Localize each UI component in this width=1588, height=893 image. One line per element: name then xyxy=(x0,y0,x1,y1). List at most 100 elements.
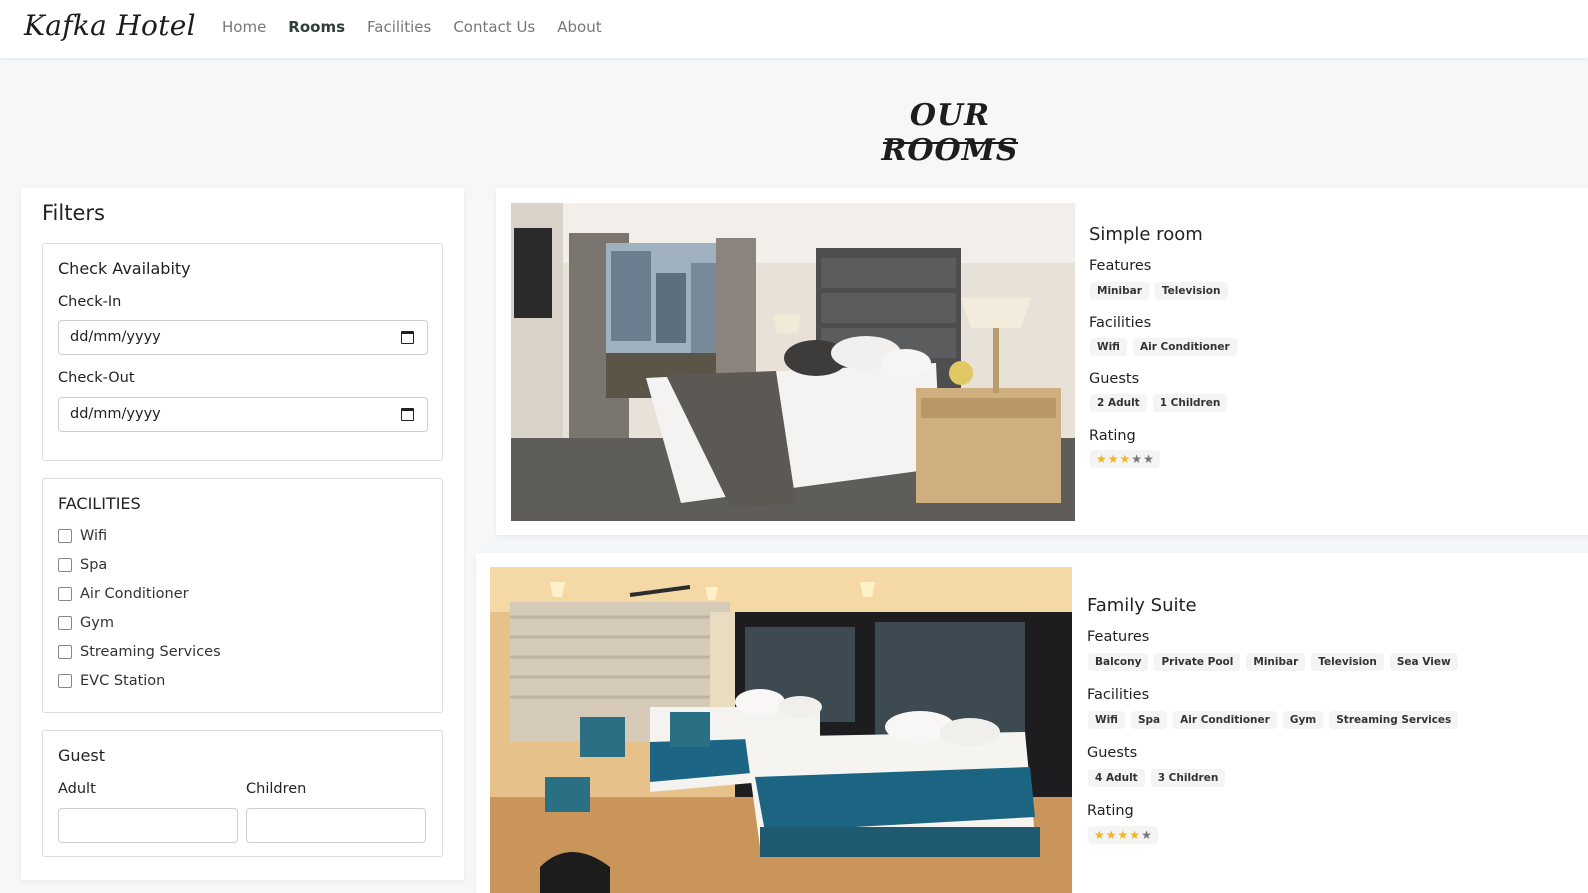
features-tags: Balcony Private Pool Minibar Television … xyxy=(1088,653,1458,671)
star-icon: ★ xyxy=(1105,828,1117,842)
rating-stars: ★ ★ ★ ★ ★ xyxy=(1090,450,1160,468)
star-icon: ★ xyxy=(1117,828,1129,842)
adult-input[interactable] xyxy=(58,808,238,843)
nav-home[interactable]: Home xyxy=(222,18,266,36)
checkbox[interactable] xyxy=(58,616,72,630)
room-name: Simple room xyxy=(1089,224,1203,245)
feature-badge: Sea View xyxy=(1389,653,1458,671)
filters-title: Filters xyxy=(42,201,105,225)
brand-logo[interactable]: Kafka Hotel xyxy=(24,9,196,42)
checkbox[interactable] xyxy=(58,529,72,543)
facility-badge: Streaming Services xyxy=(1329,711,1459,729)
checkbox[interactable] xyxy=(58,587,72,601)
guest-badge: 4 Adult xyxy=(1088,769,1145,787)
features-label: Features xyxy=(1087,629,1150,645)
rating-label: Rating xyxy=(1089,428,1136,444)
feature-badge: Minibar xyxy=(1090,282,1149,300)
checkin-date-input[interactable]: dd/mm/yyyy xyxy=(58,320,428,355)
rating-stars: ★ ★ ★ ★ ★ xyxy=(1088,826,1158,844)
guests-tags: 2 Adult 1 Children xyxy=(1090,394,1228,412)
facility-badge: Air Conditioner xyxy=(1132,338,1237,356)
checkout-date-input[interactable]: dd/mm/yyyy xyxy=(58,397,428,432)
calendar-icon[interactable] xyxy=(401,331,414,344)
facility-badge: Wifi xyxy=(1090,338,1127,356)
room-photo-illustration xyxy=(511,203,1075,521)
facilities-label: Facilities xyxy=(1089,315,1152,331)
room-photo xyxy=(511,203,1075,521)
facility-option[interactable]: EVC Station xyxy=(58,673,165,689)
features-tags: Minibar Television xyxy=(1090,282,1228,300)
navbar: Kafka Hotel Home Rooms Facilities Contac… xyxy=(0,0,1588,58)
checkout-date-value: dd/mm/yyyy xyxy=(70,406,161,422)
facilities-tags: Wifi Spa Air Conditioner Gym Streaming S… xyxy=(1088,711,1459,729)
guest-badge: 3 Children xyxy=(1150,769,1226,787)
facility-option-label: Air Conditioner xyxy=(80,586,189,602)
facility-option[interactable]: Gym xyxy=(58,615,114,631)
facilities-filter-box: FACILITIES Wifi Spa Air Conditioner Gym … xyxy=(42,478,443,713)
room-name: Family Suite xyxy=(1087,595,1197,616)
children-label: Children xyxy=(246,781,307,797)
star-icon: ★ xyxy=(1107,452,1119,466)
checkbox[interactable] xyxy=(58,645,72,659)
star-icon: ★ xyxy=(1094,828,1105,842)
feature-badge: Private Pool xyxy=(1154,653,1241,671)
room-photo xyxy=(490,567,1072,893)
room-card: Simple room Features Minibar Television … xyxy=(496,188,1588,535)
facility-badge: Wifi xyxy=(1088,711,1125,729)
checkin-label: Check-In xyxy=(58,294,122,310)
guest-badge: 1 Children xyxy=(1152,394,1228,412)
checkbox[interactable] xyxy=(58,558,72,572)
facility-option[interactable]: Spa xyxy=(58,557,107,573)
guests-tags: 4 Adult 3 Children xyxy=(1088,769,1226,787)
facility-badge: Air Conditioner xyxy=(1173,711,1277,729)
nav-facilities[interactable]: Facilities xyxy=(367,18,431,36)
facility-option-label: Gym xyxy=(80,615,114,631)
facility-option-label: Spa xyxy=(80,557,108,573)
guest-badge: 2 Adult xyxy=(1090,394,1147,412)
facility-badge: Gym xyxy=(1282,711,1324,729)
check-availability-box: Check Availabity Check-In dd/mm/yyyy Che… xyxy=(42,243,443,461)
page-title: OUR ROOMS xyxy=(881,98,1019,168)
facility-option[interactable]: Wifi xyxy=(58,528,107,544)
guests-label: Guests xyxy=(1087,745,1138,761)
facilities-label: Facilities xyxy=(1087,687,1150,703)
star-icon: ★ xyxy=(1131,452,1143,466)
feature-badge: Balcony xyxy=(1088,653,1149,671)
nav-links: Home Rooms Facilities Contact Us About xyxy=(222,18,602,36)
star-icon: ★ xyxy=(1141,828,1152,842)
checkout-label: Check-Out xyxy=(58,370,135,386)
facility-option[interactable]: Air Conditioner xyxy=(58,586,189,602)
feature-badge: Television xyxy=(1311,653,1384,671)
star-icon: ★ xyxy=(1096,452,1107,466)
facility-option-label: Streaming Services xyxy=(80,644,221,660)
star-icon: ★ xyxy=(1129,828,1141,842)
calendar-icon[interactable] xyxy=(401,408,414,421)
adult-label: Adult xyxy=(58,781,96,797)
rating-label: Rating xyxy=(1087,803,1134,819)
guests-label: Guests xyxy=(1089,371,1140,387)
guest-filter-title: Guest xyxy=(58,746,105,765)
facility-option-label: EVC Station xyxy=(80,673,166,689)
nav-rooms[interactable]: Rooms xyxy=(288,18,345,36)
filters-panel: Filters Check Availabity Check-In dd/mm/… xyxy=(21,188,464,880)
star-icon: ★ xyxy=(1143,452,1154,466)
feature-badge: Television xyxy=(1154,282,1228,300)
facilities-tags: Wifi Air Conditioner xyxy=(1090,338,1237,356)
star-icon: ★ xyxy=(1119,452,1131,466)
checkbox[interactable] xyxy=(58,674,72,688)
facilities-filter-title: FACILITIES xyxy=(58,494,141,513)
guest-filter-box: Guest Adult Children xyxy=(42,730,443,857)
check-availability-title: Check Availabity xyxy=(58,259,191,278)
features-label: Features xyxy=(1089,258,1152,274)
nav-about[interactable]: About xyxy=(557,18,601,36)
nav-contact-us[interactable]: Contact Us xyxy=(453,18,535,36)
facility-badge: Spa xyxy=(1130,711,1168,729)
checkin-date-value: dd/mm/yyyy xyxy=(70,329,161,345)
feature-badge: Minibar xyxy=(1246,653,1306,671)
facility-option[interactable]: Streaming Services xyxy=(58,644,221,660)
title-underline xyxy=(883,142,1018,144)
facility-option-label: Wifi xyxy=(80,528,108,544)
room-photo-illustration xyxy=(490,567,1072,893)
room-card: Family Suite Features Balcony Private Po… xyxy=(476,553,1588,893)
children-input[interactable] xyxy=(246,808,426,843)
